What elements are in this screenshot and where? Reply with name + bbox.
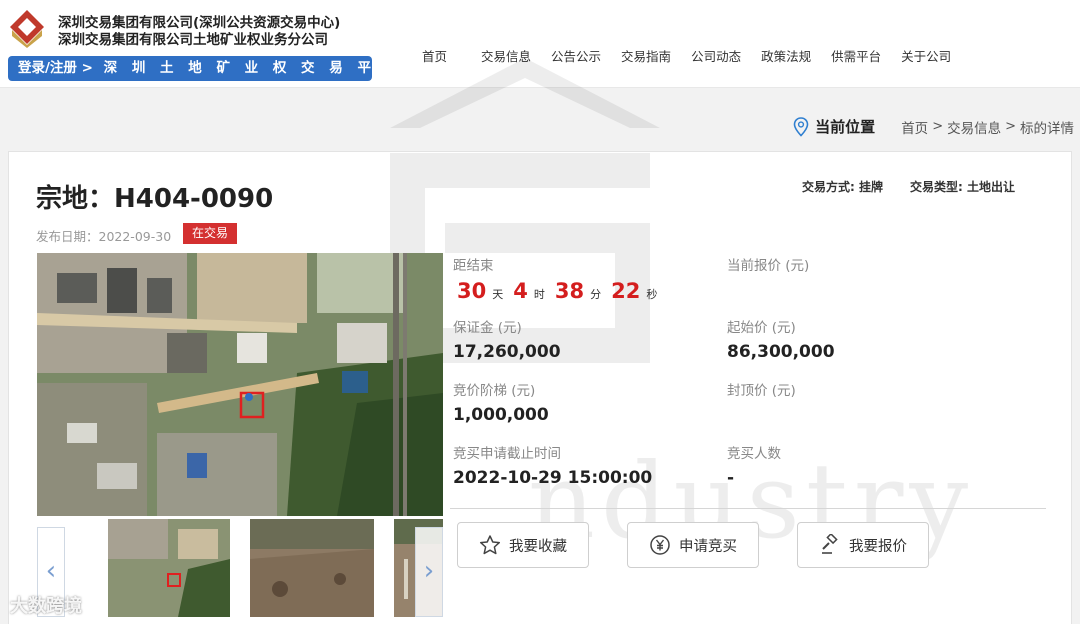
company-logo-icon[interactable] [8, 8, 46, 48]
countdown-minutes: 38 [554, 279, 585, 303]
status-badge: 在交易 [183, 223, 237, 244]
countdown-seconds-unit: 秒 [646, 288, 658, 301]
countdown-label: 距结束 [453, 258, 494, 274]
breadcrumb-separator: > [1005, 119, 1016, 134]
nav-item-announcements[interactable]: 公告公示 [551, 46, 601, 66]
listing-title: 宗地：H404-0090 [36, 184, 274, 214]
thumbnail-gallery [37, 519, 443, 617]
deposit-value: 17,260,000 [453, 342, 561, 362]
thumbnail-site-photo-1-graphic [250, 519, 374, 617]
platform-name: 深 圳 土 地 矿 业 权 交 易 平 台 [103, 60, 405, 76]
deadline-label: 竞买申请截止时间 [453, 446, 561, 462]
parcel-aerial-map[interactable] [37, 253, 443, 516]
breadcrumb-home[interactable]: 首页 [901, 117, 928, 137]
cap-price-label: 封顶价 (元) [727, 383, 796, 399]
site-header: 深圳交易集团有限公司(深圳公共资源交易中心) 深圳交易集团有限公司土地矿业权业务… [0, 0, 1080, 88]
trade-type: 交易类型: 土地出让 [910, 180, 1015, 194]
breadcrumb-separator: > [932, 119, 944, 134]
thumbnail-site-photo-1[interactable] [250, 519, 374, 617]
countdown-minutes-unit: 分 [590, 288, 602, 301]
apply-bid-button[interactable]: 申请竞买 [627, 522, 759, 568]
current-location-label: 当前位置 [815, 118, 876, 136]
countdown-timer: 30 天 4 时 38 分 22 秒 [457, 279, 667, 303]
countdown-hours: 4 [513, 279, 528, 303]
chevron-left-icon: ‹ [45, 556, 57, 586]
login-register-bar[interactable]: 登录/注册 > 深 圳 土 地 矿 业 权 交 易 平 台 [8, 56, 399, 81]
countdown-days: 30 [457, 279, 487, 303]
place-bid-button[interactable]: 我要报价 [797, 522, 929, 568]
bidders-label: 竞买人数 [727, 446, 781, 462]
org-name-line2: 深圳交易集团有限公司土地矿业权业务分公司 [58, 32, 328, 48]
gavel-icon [822, 534, 838, 554]
aerial-map-graphic [37, 253, 443, 516]
trade-method: 交易方式: 挂牌 [802, 180, 883, 194]
deadline-value: 2022-10-29 15:00:00 [453, 468, 653, 488]
info-divider [450, 508, 1046, 509]
countdown-hours-unit: 时 [533, 288, 545, 301]
nav-item-home[interactable]: 首页 [422, 46, 447, 66]
favorite-button[interactable]: 我要收藏 [457, 522, 589, 568]
deposit-label: 保证金 (元) [453, 320, 522, 336]
breadcrumb-detail: 标的详情 [1020, 120, 1074, 137]
nav-item-trade-guide[interactable]: 交易指南 [621, 46, 671, 66]
increment-value: 1,000,000 [453, 405, 549, 425]
bidders-value: - [727, 468, 735, 488]
chevron-right-icon: › [423, 556, 435, 586]
start-price-label: 起始价 (元) [727, 320, 796, 336]
publish-date: 发布日期：2022-09-30 [36, 229, 172, 244]
corner-watermark: 大数跨境 [10, 596, 82, 617]
thumbnail-map[interactable] [108, 519, 230, 617]
gallery-next-button[interactable]: › [415, 527, 443, 617]
yen-coin-icon [650, 535, 670, 555]
increment-label: 竞价阶梯 (元) [453, 383, 536, 399]
nav-item-policies[interactable]: 政策法规 [761, 46, 811, 66]
nav-item-trade-info[interactable]: 交易信息 [481, 46, 531, 66]
nav-item-company-news[interactable]: 公司动态 [691, 46, 741, 66]
breadcrumb: 当前位置 首页 > 交易信息 > 标的详情 [793, 116, 1074, 137]
favorite-button-label: 我要收藏 [509, 538, 567, 555]
nav-item-supply-demand[interactable]: 供需平台 [831, 46, 881, 66]
location-pin-icon [793, 116, 809, 137]
login-register-link[interactable]: 登录/注册 > [18, 60, 93, 76]
current-bid-label: 当前报价 (元) [727, 258, 810, 274]
countdown-seconds: 22 [611, 279, 641, 303]
main-nav: 首页 交易信息 公告公示 交易指南 公司动态 政策法规 供需平台 关于公司 [410, 46, 971, 66]
apply-bid-button-label: 申请竞买 [679, 538, 737, 555]
place-bid-button-label: 我要报价 [849, 538, 907, 555]
thumbnail-map-graphic [108, 519, 230, 617]
nav-item-about[interactable]: 关于公司 [901, 46, 951, 66]
breadcrumb-trade-info[interactable]: 交易信息 [947, 117, 1001, 137]
start-price-value: 86,300,000 [727, 342, 835, 362]
star-icon [479, 535, 501, 555]
countdown-days-unit: 天 [492, 288, 504, 301]
